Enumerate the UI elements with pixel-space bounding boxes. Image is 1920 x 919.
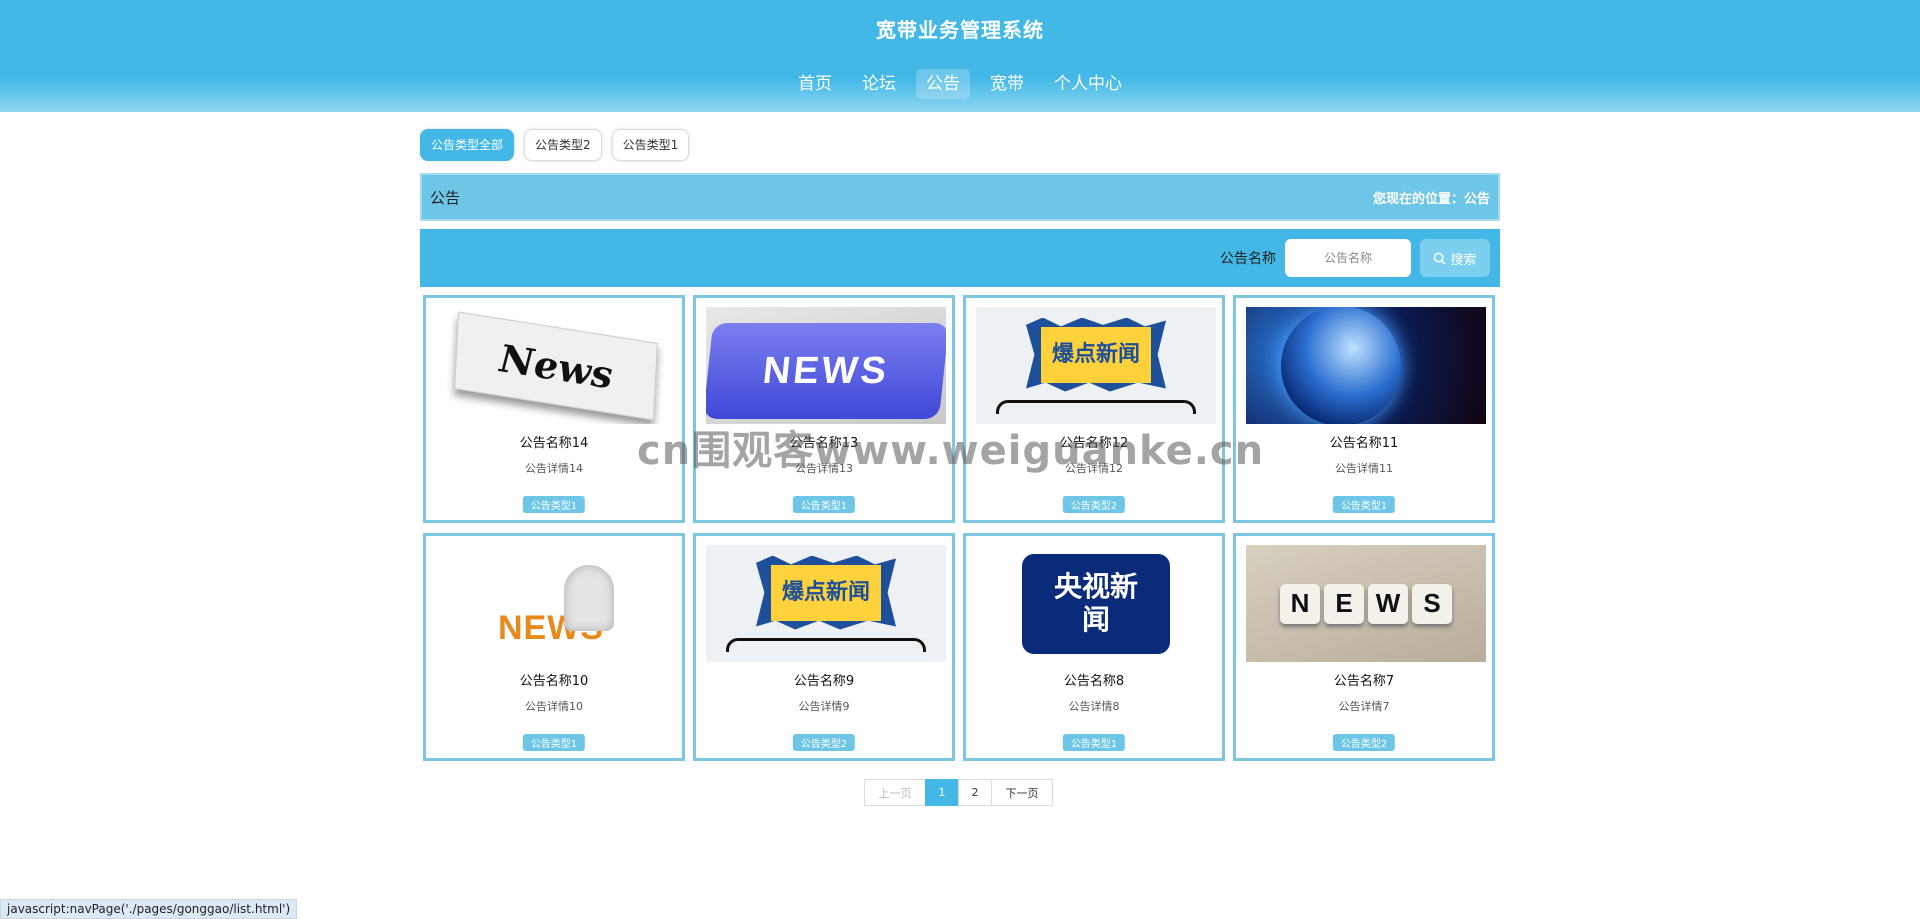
notice-desc: 公告详情8 [1068, 700, 1120, 713]
prev-page-button[interactable]: 上一页 [864, 779, 926, 806]
notice-name: 公告名称12 [1059, 436, 1129, 451]
category-tab-type2[interactable]: 公告类型2 [524, 129, 602, 161]
nav-item-forum[interactable]: 论坛 [852, 69, 906, 99]
site-title: 宽带业务管理系统 [876, 18, 1044, 42]
notice-desc: 公告详情9 [798, 700, 850, 713]
notice-name: 公告名称8 [1063, 674, 1125, 689]
notice-desc: 公告详情7 [1338, 700, 1390, 713]
notice-type-badge: 公告类型1 [1062, 734, 1126, 751]
notice-desc: 公告详情12 [1065, 462, 1123, 475]
notice-image-breaking: 爆点新闻 [976, 307, 1216, 424]
notice-card[interactable]: NEWS 公告名称7 公告详情7 公告类型2 [1233, 533, 1495, 761]
search-button[interactable]: 搜索 [1420, 239, 1490, 277]
image-lettering: NEWS [760, 349, 892, 391]
title-bar: 公告 您现在的位置：公告 [420, 173, 1500, 221]
nav-item-profile[interactable]: 个人中心 [1044, 69, 1132, 99]
page-title: 公告 [430, 188, 461, 207]
main-nav: 首页 论坛 公告 宽带 个人中心 [0, 69, 1920, 99]
nav-item-home[interactable]: 首页 [788, 69, 842, 99]
notice-card[interactable]: NEWS 公告名称10 公告详情10 公告类型1 [423, 533, 685, 761]
letter-die: W [1368, 583, 1408, 624]
search-label: 公告名称 [1220, 251, 1276, 267]
notice-type-badge: 公告类型1 [1332, 496, 1396, 513]
letter-die: S [1412, 583, 1452, 624]
notice-card[interactable]: 爆点新闻 公告名称9 公告详情9 公告类型2 [693, 533, 955, 761]
image-lettering: NEWS [1278, 583, 1454, 624]
letter-die: E [1324, 583, 1364, 624]
notice-image-globe [1246, 307, 1486, 424]
pagination: 上一页 1 2 下一页 [864, 779, 1053, 806]
notice-image-reader: NEWS [436, 545, 676, 662]
notice-grid: News 公告名称14 公告详情14 公告类型1 NEWS 公告名称13 公告详… [420, 295, 1500, 761]
main-content: 公告类型全部 公告类型2 公告类型1 公告 您现在的位置：公告 公告名称 搜索 … [420, 128, 1500, 761]
category-tab-all[interactable]: 公告类型全部 [420, 129, 515, 161]
notice-type-badge: 公告类型2 [1062, 496, 1126, 513]
notice-image-breaking: 爆点新闻 [706, 545, 946, 662]
header: 宽带业务管理系统 首页 论坛 公告 宽带 个人中心 [0, 0, 1920, 112]
image-lettering: 爆点新闻 [771, 564, 881, 621]
notice-name: 公告名称11 [1329, 436, 1399, 451]
category-tabs: 公告类型全部 公告类型2 公告类型1 [420, 128, 1500, 162]
notice-image-newspaper: News [436, 307, 676, 424]
image-lettering: 爆点新闻 [1041, 326, 1151, 383]
notice-name: 公告名称13 [789, 436, 859, 451]
notice-name: 公告名称10 [519, 674, 589, 689]
notice-type-badge: 公告类型2 [1332, 734, 1396, 751]
next-page-button[interactable]: 下一页 [991, 779, 1053, 806]
search-icon [1434, 252, 1447, 265]
notice-image-dice: NEWS [1246, 545, 1486, 662]
notice-desc: 公告详情11 [1335, 462, 1393, 475]
notice-image-keyboard: NEWS [706, 307, 946, 424]
notice-type-badge: 公告类型1 [522, 496, 586, 513]
notice-desc: 公告详情10 [525, 700, 583, 713]
status-bar-url: javascript:navPage('./pages/gonggao/list… [0, 899, 298, 919]
notice-desc: 公告详情14 [525, 462, 583, 475]
notice-name: 公告名称7 [1333, 674, 1395, 689]
search-button-label: 搜索 [1450, 252, 1477, 268]
search-input[interactable] [1285, 239, 1411, 277]
notice-type-badge: 公告类型1 [792, 496, 856, 513]
notice-card[interactable]: 央视新闻 公告名称8 公告详情8 公告类型1 [963, 533, 1225, 761]
nav-item-notice[interactable]: 公告 [916, 69, 970, 99]
image-lettering: News [498, 334, 614, 397]
nav-item-broadband[interactable]: 宽带 [980, 69, 1034, 99]
notice-name: 公告名称14 [519, 436, 589, 451]
letter-die: N [1280, 583, 1320, 624]
notice-image-cctv: 央视新闻 [976, 545, 1216, 662]
notice-desc: 公告详情13 [795, 462, 853, 475]
notice-card[interactable]: NEWS 公告名称13 公告详情13 公告类型1 [693, 295, 955, 523]
category-tab-type1[interactable]: 公告类型1 [611, 129, 690, 161]
page-button-1[interactable]: 1 [925, 779, 959, 806]
notice-card[interactable]: 爆点新闻 公告名称12 公告详情12 公告类型2 [963, 295, 1225, 523]
notice-name: 公告名称9 [793, 674, 855, 689]
page-button-2[interactable]: 2 [958, 779, 992, 806]
notice-card[interactable]: 公告名称11 公告详情11 公告类型1 [1233, 295, 1495, 523]
search-bar: 公告名称 搜索 [420, 229, 1500, 287]
image-lettering: 央视新闻 [1053, 570, 1138, 636]
breadcrumb: 您现在的位置：公告 [1372, 191, 1490, 207]
notice-type-badge: 公告类型2 [792, 734, 856, 751]
notice-type-badge: 公告类型1 [522, 734, 586, 751]
notice-card[interactable]: News 公告名称14 公告详情14 公告类型1 [423, 295, 685, 523]
